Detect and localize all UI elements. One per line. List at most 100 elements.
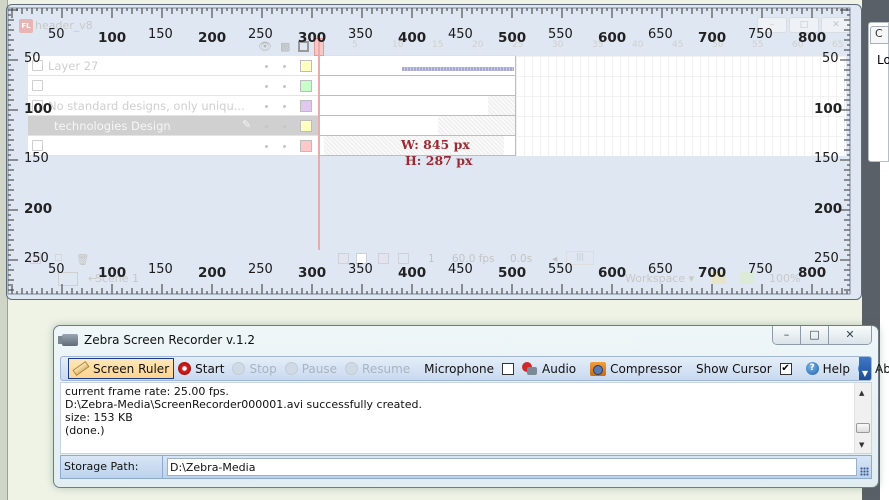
desktop: FL header_v8 – □ ✕ 👁 ▩ Layer 27 No standa… — [0, 0, 889, 500]
zebra-recorder-window: Zebra Screen Recorder v.1.2 – □ ✕ Screen… — [53, 325, 889, 488]
camera-icon — [58, 334, 78, 346]
ruler-label-right: 150 — [814, 151, 839, 166]
ruler-label-top: 650 — [648, 27, 673, 42]
ruler-label-right: 250 — [814, 251, 839, 266]
log-output: current frame rate: 25.00 fps. D:\Zebra-… — [60, 382, 872, 454]
microphone-checkbox[interactable] — [502, 362, 515, 375]
ruler-label-left: 250 — [24, 251, 49, 266]
log-line: size: 153 KB — [65, 411, 133, 424]
ruler-label-right: 100 — [814, 101, 843, 117]
resume-button[interactable]: Resume — [341, 358, 414, 379]
toolbar-overflow-button[interactable]: ▼ — [859, 357, 871, 380]
ruler-label-top: 50 — [48, 27, 65, 42]
log-line: current frame rate: 25.00 fps. — [65, 385, 229, 398]
help-label: Help — [822, 361, 850, 376]
compressor-button[interactable]: Compressor — [586, 358, 686, 379]
scroll-down-icon[interactable]: ▼ — [859, 439, 864, 452]
ruler-label-top: 350 — [348, 27, 373, 42]
log-line: D:\Zebra-Media\ScreenRecorder000001.avi … — [65, 398, 422, 411]
stop-icon — [232, 362, 246, 375]
screen-ruler-button[interactable]: Screen Ruler — [68, 358, 175, 379]
resume-label: Resume — [362, 361, 411, 376]
ruler-label-top: 750 — [748, 27, 773, 42]
toolbar: Screen Ruler Start Stop Pause Resume Mic… — [60, 356, 889, 381]
ruler-label-top: 400 — [398, 30, 427, 46]
ruler-label-left: 50 — [24, 51, 41, 66]
microphone-toggle[interactable]: Microphone — [420, 358, 518, 379]
ruler-label-left: 200 — [24, 201, 53, 217]
show-cursor-label: Show Cursor — [695, 361, 772, 376]
ruler-label-top: 100 — [98, 30, 127, 46]
ruler-label-left: 150 — [24, 151, 49, 166]
ruler-icon — [72, 361, 90, 376]
ruler-label-top: 800 — [798, 30, 827, 46]
ruler-label-bottom: 200 — [198, 265, 227, 281]
height-readout: H: 287 px — [405, 153, 473, 168]
ruler-label-bottom: 400 — [398, 265, 427, 281]
start-label: Start — [195, 361, 225, 376]
stop-label: Stop — [249, 361, 277, 376]
about-label: About — [874, 361, 889, 376]
start-button[interactable]: Start — [174, 358, 228, 379]
scroll-thumb[interactable] — [856, 423, 870, 433]
record-icon — [178, 362, 192, 375]
ruler-label-bottom: 100 — [98, 265, 127, 281]
audio-label: Audio — [542, 361, 577, 376]
ruler-label-bottom: 800 — [798, 265, 827, 281]
width-readout: W: 845 px — [401, 137, 470, 152]
ruler-label-right: 200 — [814, 201, 843, 217]
ruler-label-bottom: 300 — [298, 265, 327, 281]
stop-button[interactable]: Stop — [228, 358, 280, 379]
ruler-label-bottom: 50 — [48, 262, 65, 277]
ruler-label-left: 100 — [24, 101, 53, 117]
ruler-label-top: 600 — [598, 30, 627, 46]
pause-icon — [284, 362, 298, 375]
side-panel-label: Lo — [877, 53, 889, 67]
window-title: Zebra Screen Recorder v.1.2 — [58, 333, 256, 347]
scroll-up-icon[interactable]: ▲ — [859, 387, 864, 400]
ruler-label-bottom: 250 — [248, 262, 273, 277]
side-panel-lower — [880, 162, 889, 500]
ruler-label-bottom: 750 — [748, 262, 773, 277]
ruler-label-bottom: 700 — [698, 265, 727, 281]
window-title-text: Zebra Screen Recorder v.1.2 — [84, 333, 256, 347]
ruler-label-top: 300 — [298, 30, 327, 46]
ruler-label-top: 250 — [248, 27, 273, 42]
side-panel-tab[interactable]: C — [870, 26, 889, 44]
compressor-icon — [590, 361, 607, 376]
storage-path-bar: Storage Path: — [60, 455, 872, 479]
ruler-label-top: 550 — [548, 27, 573, 42]
ruler-label-bottom: 350 — [348, 262, 373, 277]
ruler-label-bottom: 550 — [548, 262, 573, 277]
ruler-label-bottom: 500 — [498, 265, 527, 281]
pause-button[interactable]: Pause — [281, 358, 341, 379]
screen-ruler-label: Screen Ruler — [93, 361, 170, 376]
compressor-label: Compressor — [610, 361, 682, 376]
ruler-label-bottom: 150 — [148, 262, 173, 277]
ruler-label-bottom: 650 — [648, 262, 673, 277]
ruler-label-bottom: 600 — [598, 265, 627, 281]
close-button[interactable]: ✕ — [829, 326, 871, 344]
show-cursor-toggle[interactable]: Show Cursor ✔ — [692, 358, 796, 379]
minimize-button[interactable]: – — [773, 326, 801, 344]
microphone-label: Microphone — [424, 361, 495, 376]
ruler-label-bottom: 450 — [448, 262, 473, 277]
audio-button[interactable]: Audio — [518, 358, 580, 379]
show-cursor-checkbox[interactable]: ✔ — [779, 362, 792, 375]
storage-path-input[interactable] — [167, 458, 857, 476]
maximize-button[interactable]: □ — [801, 326, 829, 344]
ruler-label-top: 200 — [198, 30, 227, 46]
log-line: (done.) — [65, 424, 105, 437]
log-scrollbar[interactable]: ▲ ▼ — [854, 383, 871, 453]
ruler-label-top: 150 — [148, 27, 173, 42]
pause-label: Pause — [301, 361, 338, 376]
audio-icon — [522, 361, 538, 376]
help-icon: ? — [805, 362, 819, 375]
resume-icon — [345, 362, 359, 375]
ruler-label-right: 50 — [822, 51, 839, 66]
window-controls: – □ ✕ — [772, 326, 872, 345]
resize-grip[interactable] — [860, 467, 869, 476]
ruler-label-top: 700 — [698, 30, 727, 46]
help-button[interactable]: ? Help — [802, 358, 854, 379]
ruler-label-top: 450 — [448, 27, 473, 42]
